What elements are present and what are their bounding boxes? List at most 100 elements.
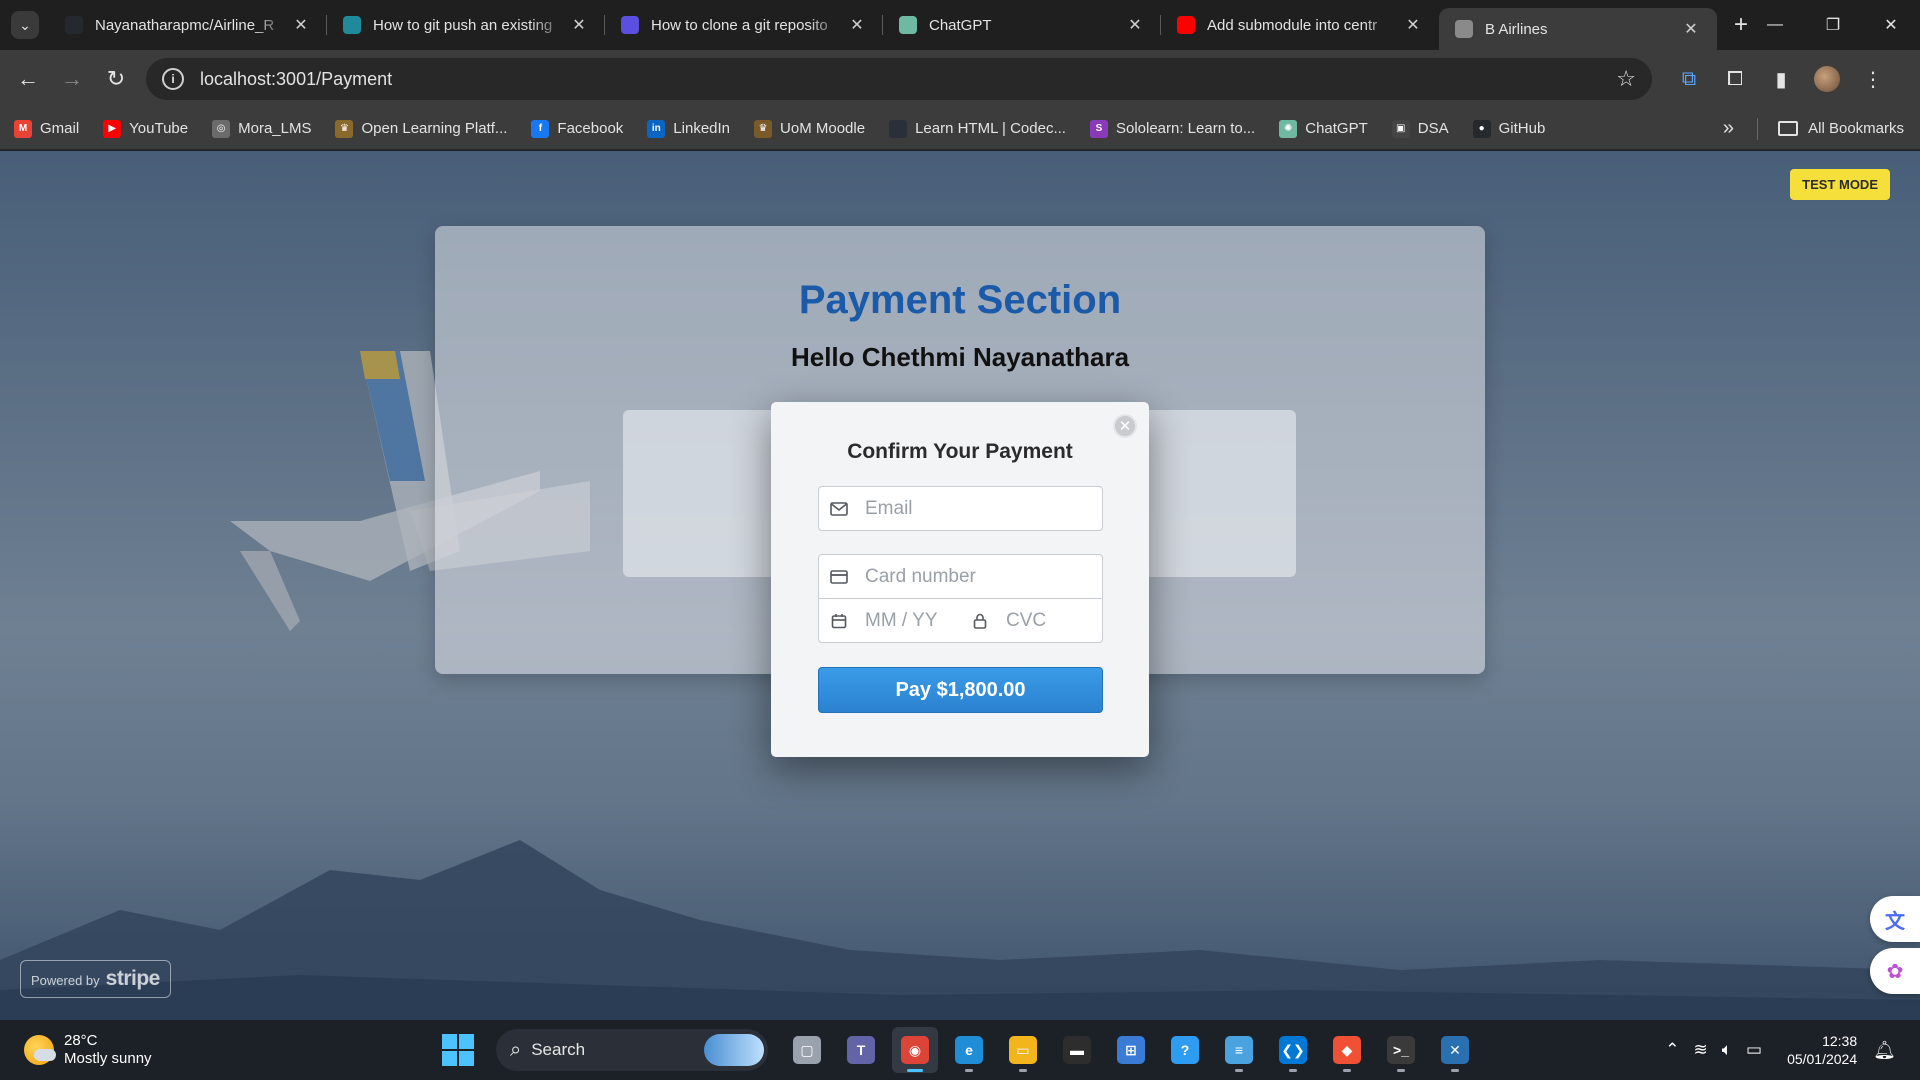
windows-taskbar: 28°C Mostly sunny ⌕ Search ▢ T ◉ e ▭ ▬ ⊞? ≡ ❮❯ ◆ >… <box>0 1020 1920 1080</box>
battery-icon[interactable]: ▭ <box>1746 1040 1762 1060</box>
bookmark-label: GitHub <box>1498 120 1546 137</box>
side-panel-icon[interactable]: ▮ <box>1758 59 1804 99</box>
bookmark-item[interactable]: in LinkedIn <box>647 119 731 138</box>
tab-strip: ⌄ Nayanatharapmc/Airline_R ✕ How to git pu… <box>0 0 1920 50</box>
bookmark-item[interactable]: M Gmail <box>14 119 79 138</box>
email-field[interactable]: Email <box>818 486 1103 531</box>
chrome-app[interactable]: ◉ <box>892 1027 938 1073</box>
cvc-placeholder: CVC <box>1006 609 1047 631</box>
store-app[interactable]: ⊞ <box>1108 1027 1154 1073</box>
browser-tab[interactable]: Add submodule into centr ✕ <box>1161 0 1439 50</box>
address-bar[interactable]: i localhost:3001/Payment ☆ <box>146 58 1652 100</box>
bookmark-item[interactable]: ● GitHub <box>1472 119 1546 138</box>
git-app[interactable]: ◆ <box>1324 1027 1370 1073</box>
running-indicator <box>1235 1069 1243 1072</box>
tab-title: How to git push an existing <box>373 16 553 34</box>
edge-app[interactable]: e <box>946 1027 992 1073</box>
cvc-field[interactable]: CVC <box>960 598 1103 643</box>
open-learning-icon: ♛ <box>335 119 354 138</box>
bookmark-item[interactable]: f Facebook <box>531 119 624 138</box>
store-icon: ⊞ <box>1117 1036 1145 1064</box>
minimize-button[interactable]: — <box>1746 0 1804 50</box>
notepad-app[interactable]: ≡ <box>1216 1027 1262 1073</box>
card-number-field[interactable]: Card number <box>818 554 1103 599</box>
browser-tab[interactable]: ChatGPT ✕ <box>883 0 1161 50</box>
browser-tab[interactable]: How to clone a git reposito ✕ <box>605 0 883 50</box>
bookmark-label: LinkedIn <box>673 120 731 137</box>
vscode-app[interactable]: ❮❯ <box>1270 1027 1316 1073</box>
bookmark-item[interactable]: ♛ UoM Moodle <box>754 119 865 138</box>
lock-icon <box>970 613 990 629</box>
all-bookmarks-button[interactable]: All Bookmarks <box>1778 120 1904 137</box>
close-icon[interactable]: ✕ <box>1113 414 1137 438</box>
window-controls: — ❐ ✕ <box>1746 0 1920 50</box>
back-button[interactable]: ← <box>6 59 50 99</box>
restore-button[interactable]: ❐ <box>1804 0 1862 50</box>
taskbar-search[interactable]: ⌕ Search <box>496 1029 768 1071</box>
close-window-button[interactable]: ✕ <box>1862 0 1920 50</box>
tab-close-icon[interactable]: ✕ <box>1681 19 1701 39</box>
show-hidden-icons-chevron-icon[interactable]: ⌃ <box>1665 1040 1679 1060</box>
tab-close-icon[interactable]: ✕ <box>569 15 589 35</box>
pay-button[interactable]: Pay $1,800.00 <box>818 667 1103 713</box>
site-info-icon[interactable]: i <box>162 68 184 90</box>
search-icon: ⌕ <box>510 1038 522 1061</box>
reload-button[interactable]: ↻ <box>94 59 138 99</box>
start-button[interactable] <box>442 1034 474 1066</box>
volume-icon[interactable]: 🔈︎ <box>1722 1040 1732 1060</box>
bookmark-label: Learn HTML | Codec... <box>915 120 1066 137</box>
sololearn-icon: S <box>1089 119 1108 138</box>
clock-time: 12:38 <box>1822 1033 1858 1049</box>
browser-tab[interactable]: B Airlines ✕ <box>1439 8 1717 50</box>
partly-sunny-icon <box>24 1035 56 1065</box>
screenshot-extension-icon[interactable]: ⧉ <box>1666 59 1712 99</box>
browser-tab[interactable]: How to git push an existing ✕ <box>327 0 605 50</box>
bookmark-item[interactable]: ✺ ChatGPT <box>1279 119 1368 138</box>
tab-close-icon[interactable]: ✕ <box>847 15 867 35</box>
weather-widget[interactable]: 28°C Mostly sunny <box>24 1032 152 1068</box>
bookmarks-bar: M Gmail ▶ YouTube ◎ Mora_LMS ♛ Open Learning Pl… <box>0 108 1920 150</box>
email-placeholder: Email <box>865 497 913 519</box>
browser-tab[interactable]: Nayanatharapmc/Airline_R ✕ <box>49 0 327 50</box>
page-title: Payment Section <box>798 278 1122 322</box>
translate-icon[interactable]: 文 <box>1870 896 1920 942</box>
bookmark-label: YouTube <box>129 120 189 137</box>
bookmark-label: DSA <box>1417 120 1449 137</box>
expiry-field[interactable]: MM / YY <box>818 598 961 643</box>
bookmark-item[interactable]: Learn HTML | Codec... <box>889 119 1066 138</box>
teams-app[interactable]: T <box>838 1027 884 1073</box>
clock[interactable]: 12:38 05/01/2024 <box>1787 1032 1857 1068</box>
wifi-icon[interactable]: ≋ <box>1694 1040 1708 1060</box>
terminal-app[interactable]: ▬ <box>1054 1027 1100 1073</box>
address-url[interactable]: localhost:3001/Payment <box>200 69 1616 90</box>
powered-by-stripe-badge[interactable]: Powered by stripe <box>20 960 171 998</box>
bookmark-item[interactable]: ♛ Open Learning Platf... <box>335 119 507 138</box>
bookmark-label: Facebook <box>557 120 624 137</box>
bookmark-item[interactable]: ▶ YouTube <box>103 119 189 138</box>
notification-bell-icon[interactable]: 🔔︎ <box>1873 1040 1896 1061</box>
bookmark-item[interactable]: S Sololearn: Learn to... <box>1089 119 1255 138</box>
credit-card-icon <box>829 569 849 584</box>
help-app[interactable]: ? <box>1162 1027 1208 1073</box>
envelope-icon <box>829 501 849 516</box>
extensions-icon[interactable]: ⧠ <box>1712 59 1758 99</box>
tab-close-icon[interactable]: ✕ <box>1125 15 1145 35</box>
forward-button[interactable]: → <box>50 59 94 99</box>
task-view-app[interactable]: ▢ <box>784 1027 830 1073</box>
bookmark-item[interactable]: ▣ DSA <box>1391 119 1449 138</box>
bookmark-star-icon[interactable]: ☆ <box>1616 66 1636 92</box>
ai-assistant-icon[interactable]: ✿ <box>1870 948 1920 994</box>
chrome-icon: ◉ <box>901 1036 929 1064</box>
tab-close-icon[interactable]: ✕ <box>1403 15 1423 35</box>
bookmark-item[interactable]: ◎ Mora_LMS <box>212 119 311 138</box>
tab-close-icon[interactable]: ✕ <box>291 15 311 35</box>
ssms-app[interactable]: ✕ <box>1432 1027 1478 1073</box>
tab-title: Nayanatharapmc/Airline_R <box>95 16 275 34</box>
more-bookmarks-icon[interactable]: » <box>1723 117 1734 140</box>
tab-title: Add submodule into centr <box>1207 16 1378 34</box>
menu-kebab-icon[interactable]: ⋮ <box>1850 59 1896 99</box>
file-explorer-app[interactable]: ▭ <box>1000 1027 1046 1073</box>
tab-search-button[interactable]: ⌄ <box>11 11 39 39</box>
cmd-app[interactable]: >_ <box>1378 1027 1424 1073</box>
profile-avatar[interactable] <box>1814 66 1840 92</box>
